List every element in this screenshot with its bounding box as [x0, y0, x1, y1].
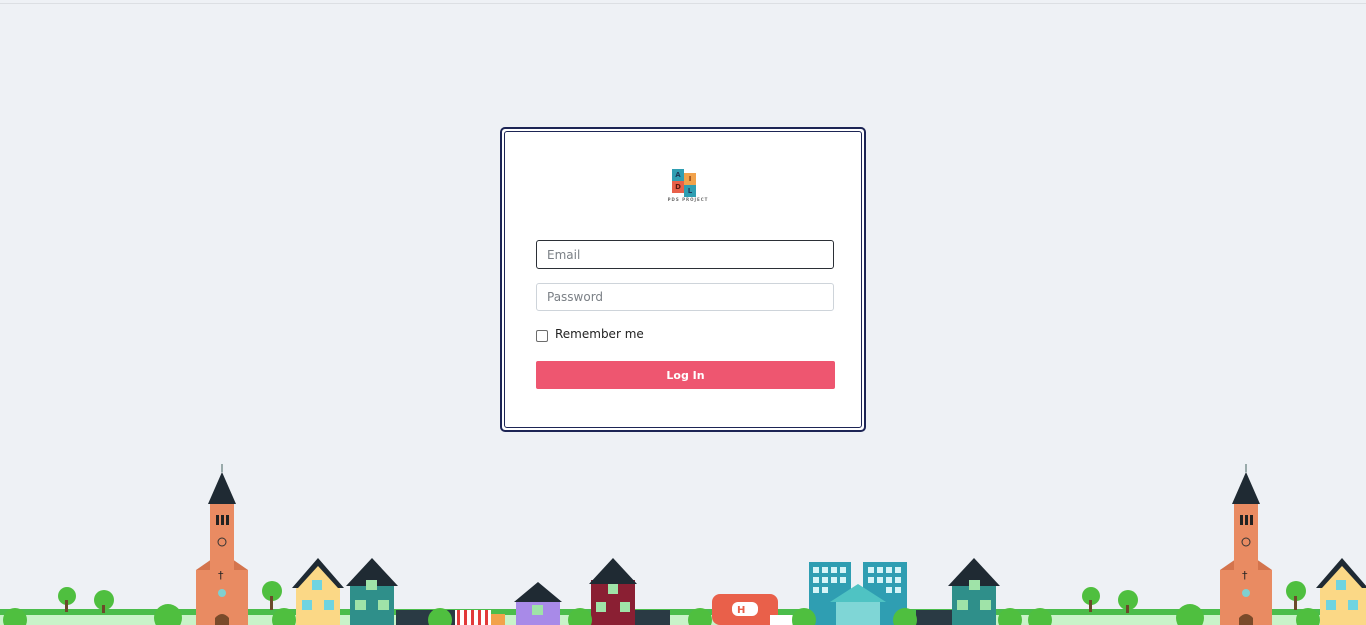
logo-tile-d: D — [672, 181, 684, 193]
house-purple — [514, 582, 562, 625]
logo-tile-i: I — [684, 173, 696, 185]
remember-me[interactable]: Remember me — [536, 326, 644, 342]
svg-text:H: H — [737, 605, 745, 616]
remember-me-checkbox[interactable] — [536, 330, 548, 342]
house-yellow-2 — [1316, 558, 1366, 625]
svg-text:†: † — [218, 569, 224, 582]
login-card-inner: A I D L PDS PROJECT Remember me Log In — [504, 131, 862, 428]
logo-tile-a: A — [672, 169, 684, 181]
house-maroon — [589, 558, 670, 625]
church-left: † — [196, 464, 248, 625]
house-teal-2 — [916, 558, 1000, 625]
remember-me-label[interactable]: Remember me — [555, 327, 644, 341]
logo-tile-l: L — [684, 185, 696, 197]
town-illustration: † H † — [0, 464, 1366, 625]
house-yellow-1 — [292, 558, 344, 625]
email-input[interactable] — [536, 240, 834, 269]
church-right: † — [1220, 464, 1272, 625]
login-button[interactable]: Log In — [536, 361, 835, 389]
svg-text:†: † — [1242, 569, 1248, 582]
office-towers — [809, 562, 907, 625]
top-divider — [0, 3, 1366, 4]
logo-caption: PDS PROJECT — [667, 197, 709, 202]
app-logo: A I D L PDS PROJECT — [667, 169, 709, 205]
login-card: A I D L PDS PROJECT Remember me Log In — [500, 127, 866, 432]
house-teal-1 — [346, 558, 398, 625]
password-input[interactable] — [536, 283, 834, 311]
